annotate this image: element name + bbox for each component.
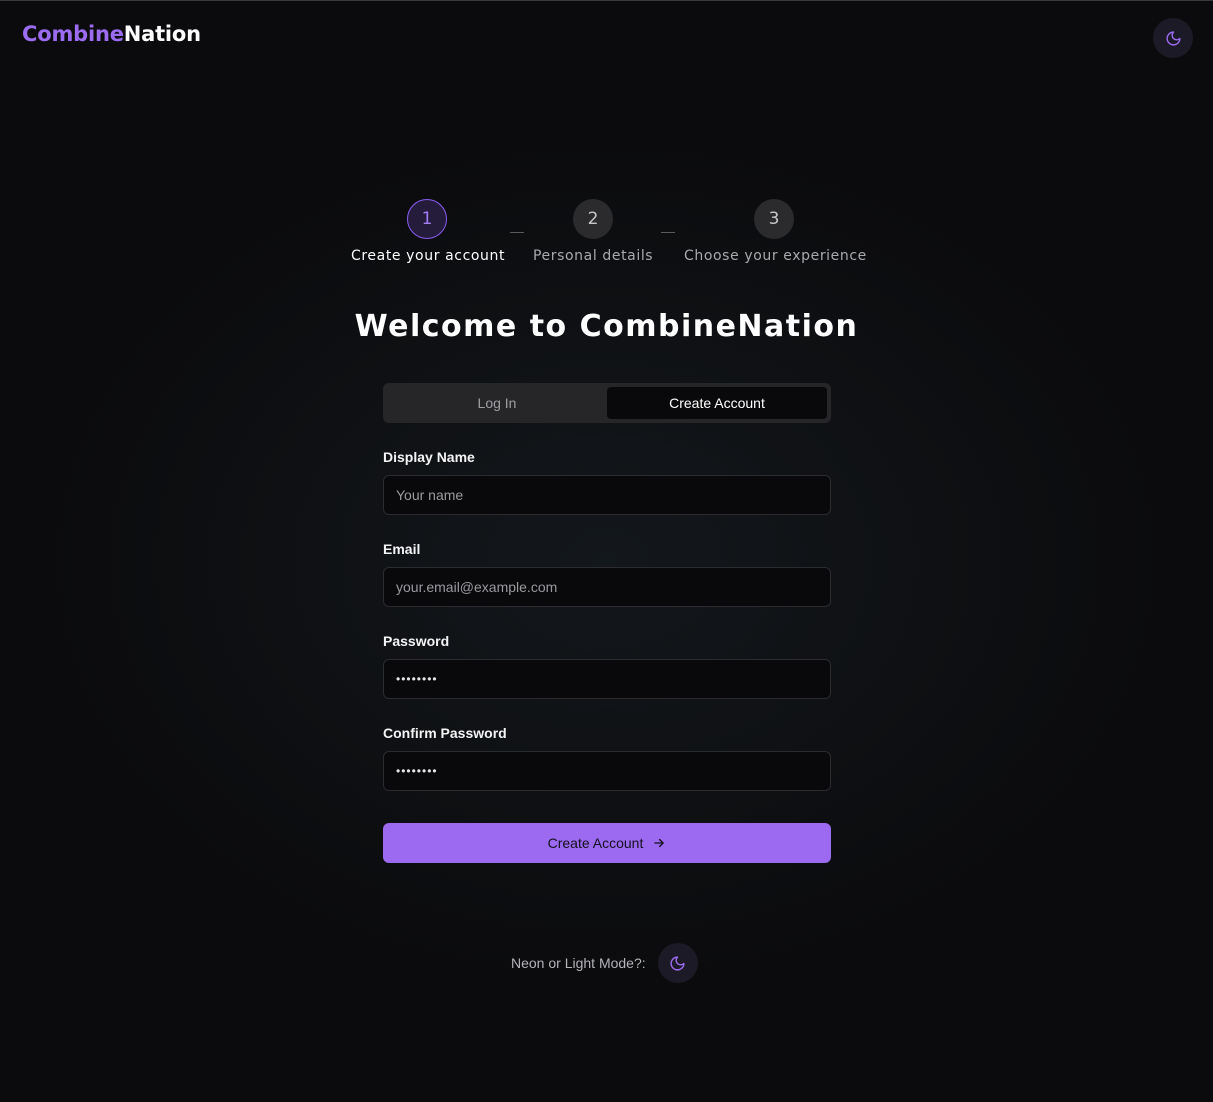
arrow-right-icon (654, 838, 665, 848)
brand-logo[interactable]: CombineNation (22, 22, 201, 46)
password-field[interactable] (383, 659, 831, 699)
moon-icon (670, 955, 685, 971)
step-label: Choose your experience (684, 248, 867, 264)
confirm-password-field[interactable] (383, 751, 831, 791)
mode-toggle-button[interactable] (657, 943, 698, 983)
step-label: Personal details (533, 248, 654, 264)
tab-create-account[interactable]: Create Account (607, 387, 827, 419)
step-label: Create your account (351, 248, 506, 264)
mode-toggle-label: Neon or Light Mode?: (511, 955, 646, 971)
progress-stepper: 1 Create your account 2 Personal details… (0, 199, 1213, 269)
brand-part1: Combine (22, 22, 124, 46)
auth-tabs: Log In Create Account (383, 383, 831, 423)
mode-toggle-row: Neon or Light Mode?: (511, 943, 698, 983)
signup-page: CombineNation 1 Create your account 2 Pe… (0, 0, 1213, 1102)
step-number: 2 (573, 199, 613, 239)
confirm-password-label: Confirm Password (383, 725, 507, 741)
theme-toggle-button[interactable] (1153, 18, 1193, 58)
brand-part2: Nation (123, 22, 201, 46)
display-name-field[interactable] (383, 475, 831, 515)
display-name-label: Display Name (383, 449, 475, 465)
page-title: Welcome to CombineNation (354, 309, 859, 344)
step-number: 1 (407, 199, 447, 239)
step-create-account: 1 Create your account (351, 199, 506, 264)
step-choose-experience: 3 Choose your experience (684, 199, 867, 264)
step-number: 3 (754, 199, 794, 239)
email-field[interactable] (383, 567, 831, 607)
step-connector (510, 232, 524, 233)
email-label: Email (383, 541, 421, 557)
password-label: Password (383, 633, 450, 649)
step-connector (661, 232, 675, 233)
step-personal-details: 2 Personal details (533, 199, 653, 264)
tab-log-in[interactable]: Log In (387, 387, 607, 419)
create-account-button[interactable]: Create Account (383, 823, 831, 863)
create-account-button-label: Create Account (547, 835, 644, 851)
moon-icon (1165, 30, 1181, 46)
